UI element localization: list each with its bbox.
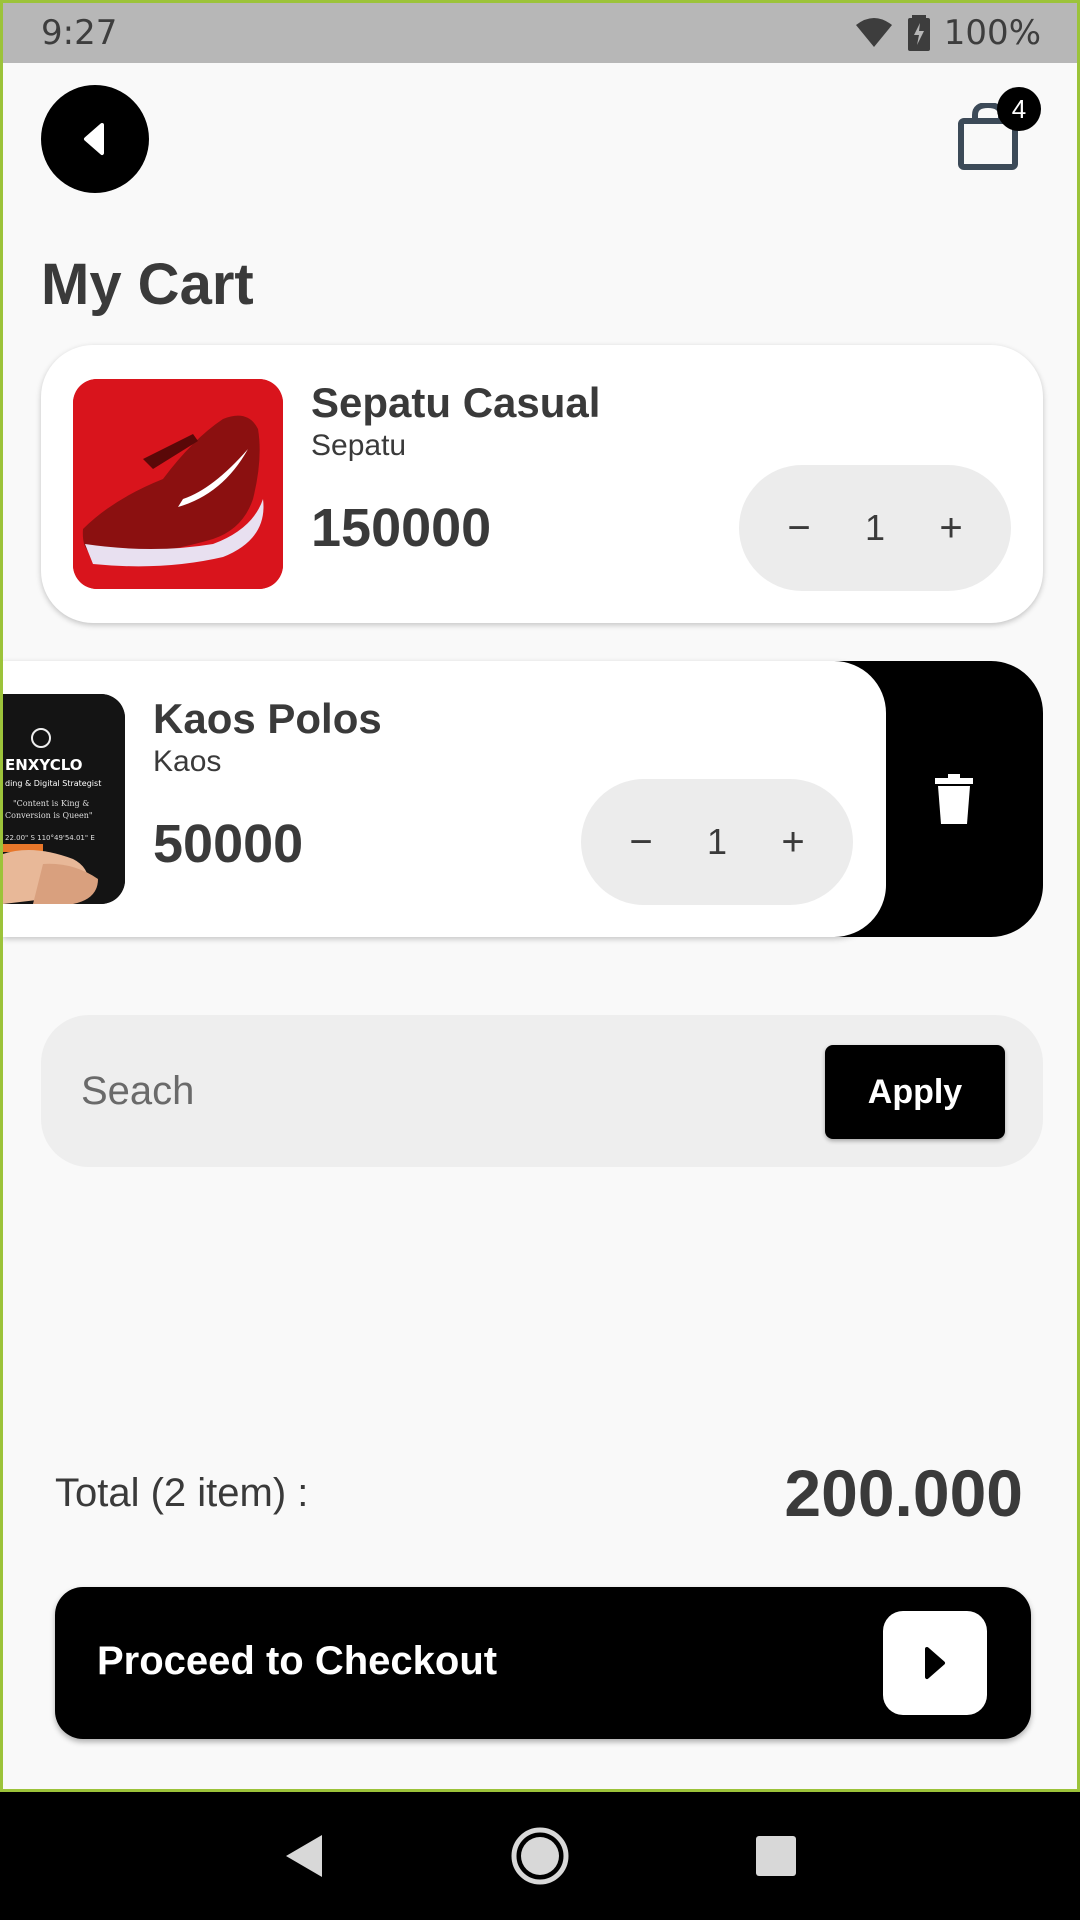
- svg-text:Conversion is Queen": Conversion is Queen": [5, 811, 93, 820]
- svg-text:ENXYCLO: ENXYCLO: [5, 756, 82, 774]
- status-time: 9:27: [41, 13, 118, 53]
- apply-button[interactable]: Apply: [825, 1045, 1005, 1139]
- svg-text:22.00" S 110°49'54.01" E: 22.00" S 110°49'54.01" E: [5, 834, 95, 842]
- increase-button[interactable]: +: [931, 506, 971, 551]
- decrease-button[interactable]: −: [621, 820, 661, 865]
- status-bar: 9:27 100%: [3, 3, 1077, 63]
- wifi-icon: [855, 18, 892, 47]
- cart-item[interactable]: Sepatu Casual Sepatu 150000 − 1 +: [41, 345, 1043, 623]
- item-price: 150000: [311, 498, 492, 558]
- quantity-stepper: − 1 +: [739, 465, 1011, 591]
- item-category: Kaos: [153, 745, 222, 778]
- increase-button[interactable]: +: [773, 820, 813, 865]
- coupon-box: Apply: [41, 1015, 1043, 1167]
- play-arrow-icon: [925, 1647, 945, 1679]
- coupon-input[interactable]: [81, 1055, 641, 1127]
- item-name: Sepatu Casual: [311, 379, 601, 426]
- item-price: 50000: [153, 814, 304, 874]
- svg-text:ding & Digital Strategist: ding & Digital Strategist: [5, 779, 101, 788]
- decrease-button[interactable]: −: [779, 506, 819, 551]
- checkout-label: Proceed to Checkout: [97, 1639, 498, 1683]
- svg-text:"Content is King &: "Content is King &: [13, 799, 89, 808]
- checkout-arrow-button[interactable]: [883, 1611, 987, 1715]
- cart-item[interactable]: ENXYCLO ding & Digital Strategist "Conte…: [3, 661, 886, 937]
- quantity-value: 1: [706, 821, 728, 862]
- checkout-button[interactable]: Proceed to Checkout: [55, 1587, 1031, 1739]
- chevron-left-icon: [84, 123, 104, 155]
- page-title: My Cart: [41, 252, 254, 317]
- battery-percent: 100%: [943, 13, 1041, 53]
- trash-icon: [935, 774, 973, 824]
- system-nav-bar: [0, 1792, 1080, 1920]
- nav-recents-icon[interactable]: [754, 1834, 798, 1878]
- total-value: 200.000: [784, 1456, 1023, 1530]
- quantity-value: 1: [864, 507, 886, 548]
- product-image: [73, 379, 283, 589]
- back-button[interactable]: [41, 85, 149, 193]
- item-category: Sepatu: [311, 429, 407, 462]
- nav-home-icon[interactable]: [510, 1826, 570, 1886]
- product-image: ENXYCLO ding & Digital Strategist "Conte…: [3, 694, 125, 904]
- nav-back-icon[interactable]: [282, 1831, 326, 1881]
- quantity-stepper: − 1 +: [581, 779, 853, 905]
- battery-icon: [907, 15, 930, 51]
- status-icons: 100%: [854, 13, 1041, 53]
- total-label: Total (2 item) :: [55, 1471, 309, 1515]
- item-name: Kaos Polos: [153, 695, 382, 742]
- screen: 9:27 100% 4 My Cart Sepatu Casual Sepatu…: [0, 0, 1080, 1792]
- cart-count-badge: 4: [997, 87, 1041, 131]
